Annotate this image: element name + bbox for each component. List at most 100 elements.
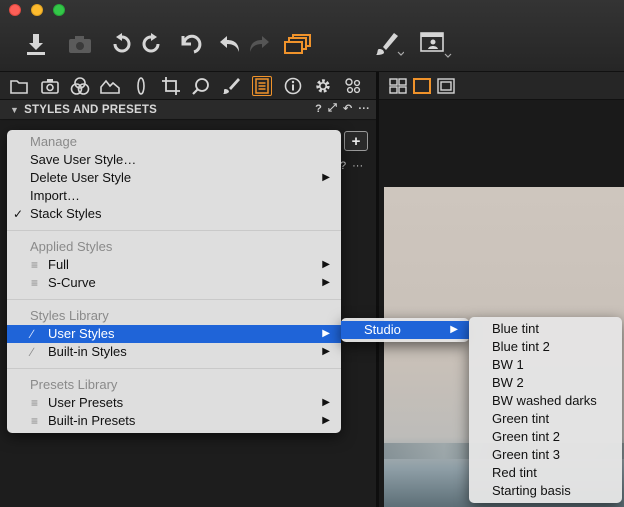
menu-item-label: Studio <box>364 322 401 337</box>
redo-icon[interactable] <box>248 30 270 58</box>
styles-presets-menu: Manage Save User Style… Delete User Style ▶… <box>7 130 341 433</box>
more-icon[interactable]: ··· <box>358 103 370 115</box>
menu-item-s-curve[interactable]: ≡ S-Curve ▶ <box>7 274 341 292</box>
single-view-icon[interactable] <box>412 76 432 96</box>
local-adjust-brush-icon[interactable] <box>221 76 241 96</box>
undo-icon[interactable] <box>219 30 241 58</box>
submenu-arrow-icon: ▶ <box>322 259 330 270</box>
menu-item-delete-user-style[interactable]: Delete User Style ▶ <box>7 169 341 187</box>
grid-view-icon[interactable] <box>388 76 408 96</box>
menu-item-label: BW washed darks <box>492 393 597 408</box>
menu-section-header: Styles Library <box>30 308 109 323</box>
menu-item-user-styles[interactable]: ∕ User Styles ▶ <box>7 325 341 343</box>
more-icon-2[interactable]: ··· <box>352 160 363 172</box>
reset-icon[interactable] <box>178 30 204 58</box>
gear-icon[interactable] <box>313 76 333 96</box>
style-item-bw-2[interactable]: BW 2 <box>469 374 622 392</box>
adjustments-list-icon[interactable] <box>252 76 272 96</box>
menu-item-save-user-style[interactable]: Save User Style… <box>7 151 341 169</box>
multi-gear-icon[interactable] <box>343 76 363 96</box>
menu-item-label: Blue tint <box>492 321 539 336</box>
menu-item-built-in-styles[interactable]: ∕ Built-in Styles ▶ <box>7 343 341 361</box>
zoom-window-button[interactable] <box>53 4 65 16</box>
minimize-window-button[interactable] <box>31 4 43 16</box>
menu-item-user-presets[interactable]: ≡ User Presets ▶ <box>7 394 341 412</box>
menu-item-full[interactable]: ≡ Full ▶ <box>7 256 341 274</box>
camera-icon[interactable] <box>67 30 93 58</box>
style-item-blue-tint-2[interactable]: Blue tint 2 <box>469 338 622 356</box>
studio-styles-submenu: Blue tint Blue tint 2 BW 1 BW 2 BW washed da… <box>469 317 622 503</box>
copy-apply-icon[interactable] <box>284 30 312 58</box>
tool-tabs <box>0 72 376 100</box>
menu-item-label: Green tint <box>492 411 550 426</box>
brush-icon: ∕ <box>31 327 34 341</box>
sub-panel-icons: ? ··· <box>340 160 363 172</box>
crop-icon[interactable] <box>161 76 181 96</box>
submenu-arrow-icon: ▶ <box>450 324 458 335</box>
menu-item-label: BW 2 <box>492 375 524 390</box>
expand-arrow-icon[interactable]: ⤢ <box>328 102 337 115</box>
submenu-item-studio[interactable]: Studio ▶ <box>341 321 469 339</box>
style-item-red-tint[interactable]: Red tint <box>469 464 622 482</box>
add-style-button[interactable]: + <box>344 131 368 151</box>
viewer-layout-icon[interactable] <box>418 30 452 58</box>
checkmark-icon: ✓ <box>13 207 24 221</box>
menu-item-label: Green tint 2 <box>492 429 560 444</box>
styles-presets-panel-header[interactable]: ▼ STYLES AND PRESETS ? ⤢ ↶ ··· <box>0 100 376 120</box>
menu-separator <box>7 368 341 369</box>
toolbar <box>0 0 624 72</box>
user-styles-submenu: Studio ▶ <box>341 318 469 342</box>
menu-item-label: Full <box>48 257 69 272</box>
menu-item-label: Delete User Style <box>30 170 132 185</box>
menu-item-built-in-presets[interactable]: ≡ Built-in Presets ▶ <box>7 412 341 430</box>
style-item-green-tint-3[interactable]: Green tint 3 <box>469 446 622 464</box>
menu-item-label: Built-in Presets <box>48 413 136 428</box>
app-window: ▼ STYLES AND PRESETS ? ⤢ ↶ ··· + ? ··· M… <box>0 0 624 507</box>
folder-icon[interactable] <box>9 76 29 96</box>
help-icon[interactable]: ? <box>315 103 322 115</box>
brush-cursor-icon[interactable] <box>374 30 404 58</box>
reset-small-icon[interactable]: ↶ <box>343 102 352 115</box>
menu-item-label: Green tint 3 <box>492 447 560 462</box>
menu-item-label: User Styles <box>48 326 115 341</box>
submenu-arrow-icon: ▶ <box>322 277 330 288</box>
brush-icon: ∕ <box>31 345 34 359</box>
submenu-arrow-icon: ▶ <box>322 346 330 357</box>
list-icon: ≡ <box>31 396 39 410</box>
menu-separator <box>7 230 341 231</box>
submenu-arrow-icon: ▶ <box>322 172 330 183</box>
menu-item-label: Stack Styles <box>30 206 102 221</box>
menu-section-header: Manage <box>30 134 77 149</box>
color-circles-icon[interactable] <box>70 76 90 96</box>
rotate-left-icon[interactable] <box>110 30 134 58</box>
menu-item-label: S-Curve <box>48 275 96 290</box>
menu-item-stack-styles[interactable]: ✓ Stack Styles <box>7 205 341 223</box>
rotate-right-icon[interactable] <box>139 30 163 58</box>
style-item-starting-basis[interactable]: Starting basis <box>469 482 622 500</box>
exposure-icon[interactable] <box>100 76 120 96</box>
close-window-button[interactable] <box>9 4 21 16</box>
lens-icon[interactable] <box>131 76 151 96</box>
list-icon: ≡ <box>31 258 39 272</box>
menu-item-label: Import… <box>30 188 80 203</box>
list-icon: ≡ <box>31 276 39 290</box>
panel-title: STYLES AND PRESETS <box>24 103 158 116</box>
menu-item-import[interactable]: Import… <box>7 187 341 205</box>
magnifier-icon[interactable] <box>191 76 211 96</box>
style-item-green-tint[interactable]: Green tint <box>469 410 622 428</box>
menu-item-label: BW 1 <box>492 357 524 372</box>
capture-camera-icon[interactable] <box>40 76 60 96</box>
collapse-triangle-icon[interactable]: ▼ <box>10 105 19 115</box>
style-item-bw-1[interactable]: BW 1 <box>469 356 622 374</box>
menu-item-label: Starting basis <box>492 483 571 498</box>
info-icon[interactable] <box>283 76 303 96</box>
menu-item-label: Red tint <box>492 465 537 480</box>
submenu-arrow-icon: ▶ <box>322 415 330 426</box>
style-item-bw-washed-darks[interactable]: BW washed darks <box>469 392 622 410</box>
style-item-green-tint-2[interactable]: Green tint 2 <box>469 428 622 446</box>
proof-view-icon[interactable] <box>436 76 456 96</box>
list-icon: ≡ <box>31 414 39 428</box>
menu-item-label: Save User Style… <box>30 152 137 167</box>
import-icon[interactable] <box>24 30 48 58</box>
style-item-blue-tint[interactable]: Blue tint <box>469 320 622 338</box>
